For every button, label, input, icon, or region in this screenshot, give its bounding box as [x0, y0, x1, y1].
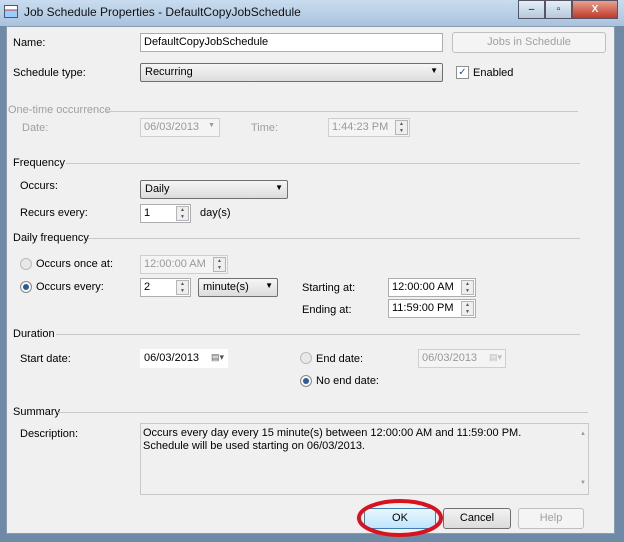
time-label: Time: [251, 122, 279, 134]
starting-at-input[interactable]: 12:00:00 AM ▲ ▼ [388, 278, 476, 297]
summary-header: Summary [13, 406, 61, 418]
one-time-date-picker[interactable]: 06/03/2013 ▼ [140, 118, 220, 137]
start-date-picker[interactable]: 06/03/2013 ▤▾ [140, 349, 228, 368]
one-time-time-value: 1:44:23 PM [332, 121, 389, 133]
daily-frequency-header: Daily frequency [13, 232, 89, 244]
one-time-date-value: 06/03/2013 [144, 121, 200, 133]
occurs-once-label: Occurs once at: [36, 258, 114, 270]
spinner-icon[interactable]: ▲ ▼ [461, 280, 474, 295]
starting-at-label: Starting at: [302, 282, 356, 294]
occurs-once-radio[interactable] [20, 258, 32, 270]
recurs-every-value: 1 [144, 207, 151, 219]
end-date-picker[interactable]: 06/03/2013 ▤▾ [418, 349, 506, 368]
date-label: Date: [22, 122, 49, 134]
starting-at-value: 12:00:00 AM [392, 281, 454, 293]
no-end-date-radio[interactable] [300, 375, 312, 387]
one-time-time-input[interactable]: 1:44:23 PM ▲ ▼ [328, 118, 410, 137]
scroll-down-icon[interactable]: ▼ [580, 477, 586, 490]
name-label: Name: [13, 37, 46, 49]
red-highlight-ellipse [357, 499, 443, 537]
spinner-icon[interactable]: ▲ ▼ [213, 257, 226, 272]
calendar-app-icon [4, 5, 18, 18]
maximize-button[interactable]: ▫ [545, 0, 572, 19]
description-text: Occurs every day every 15 minute(s) betw… [143, 427, 522, 452]
jobs-in-schedule-button[interactable]: Jobs in Schedule [452, 32, 606, 53]
ending-at-label: Ending at: [302, 304, 352, 316]
help-button[interactable]: Help [518, 508, 584, 529]
close-button[interactable]: X [572, 0, 618, 19]
divider [106, 111, 578, 112]
name-input[interactable]: DefaultCopyJobSchedule [140, 33, 443, 52]
occurs-every-input[interactable]: 2 ▲ ▼ [140, 278, 191, 297]
occurs-every-radio[interactable] [20, 281, 32, 293]
dropdown-arrow-icon: ▼ [265, 281, 273, 290]
spinner-icon[interactable]: ▲ ▼ [461, 301, 474, 316]
schedule-type-select[interactable]: Recurring ▼ [140, 63, 443, 82]
end-date-radio[interactable] [300, 352, 312, 364]
recurs-unit: day(s) [200, 207, 231, 219]
dropdown-arrow-icon: ▼ [208, 122, 215, 129]
scroll-up-icon[interactable]: ▲ [580, 428, 586, 441]
occurs-label: Occurs: [20, 180, 58, 192]
occurs-every-unit-select[interactable]: minute(s) ▼ [198, 278, 278, 297]
occurs-value: Daily [145, 183, 170, 195]
schedule-type-label: Schedule type: [13, 67, 86, 79]
calendar-dropdown-icon[interactable]: ▤▾ [211, 352, 224, 363]
divider [58, 412, 588, 413]
divider [88, 238, 580, 239]
schedule-type-value: Recurring [145, 66, 193, 78]
divider [66, 163, 580, 164]
no-end-date-label: No end date: [316, 375, 379, 387]
calendar-dropdown-icon[interactable]: ▤▾ [489, 352, 502, 363]
divider [56, 334, 580, 335]
window-title: Job Schedule Properties - DefaultCopyJob… [24, 5, 301, 19]
start-date-value: 06/03/2013 [144, 352, 200, 364]
spinner-icon[interactable]: ▲ ▼ [176, 206, 189, 221]
dropdown-arrow-icon: ▼ [275, 183, 283, 192]
recurs-every-input[interactable]: 1 ▲ ▼ [140, 204, 191, 223]
frequency-header: Frequency [13, 157, 65, 169]
occurs-once-value: 12:00:00 AM [144, 258, 206, 270]
occurs-every-unit: minute(s) [203, 281, 249, 293]
description-textarea[interactable]: Occurs every day every 15 minute(s) betw… [140, 423, 589, 495]
spinner-icon[interactable]: ▲ ▼ [176, 280, 189, 295]
cancel-button[interactable]: Cancel [443, 508, 511, 529]
recurs-every-label: Recurs every: [20, 207, 88, 219]
description-label: Description: [20, 428, 79, 440]
start-date-label: Start date: [20, 353, 71, 365]
occurs-every-value: 2 [144, 281, 151, 293]
ending-at-input[interactable]: 11:59:00 PM ▲ ▼ [388, 299, 476, 318]
spinner-icon[interactable]: ▲ ▼ [395, 120, 408, 135]
minimize-button[interactable]: – [518, 0, 545, 19]
window-controls: – ▫ X [518, 0, 618, 19]
occurs-once-time-input[interactable]: 12:00:00 AM ▲ ▼ [140, 255, 228, 274]
end-date-value: 06/03/2013 [422, 352, 478, 364]
dropdown-arrow-icon: ▼ [430, 66, 438, 75]
occurs-every-label: Occurs every: [36, 281, 104, 293]
one-time-header: One-time occurrence [8, 104, 111, 116]
enabled-label: Enabled [473, 67, 514, 79]
ending-at-value: 11:59:00 PM [392, 302, 454, 314]
end-date-label: End date: [316, 353, 364, 365]
duration-header: Duration [13, 328, 55, 340]
enabled-checkbox[interactable]: ✓ [456, 66, 469, 79]
occurs-select[interactable]: Daily ▼ [140, 180, 288, 199]
